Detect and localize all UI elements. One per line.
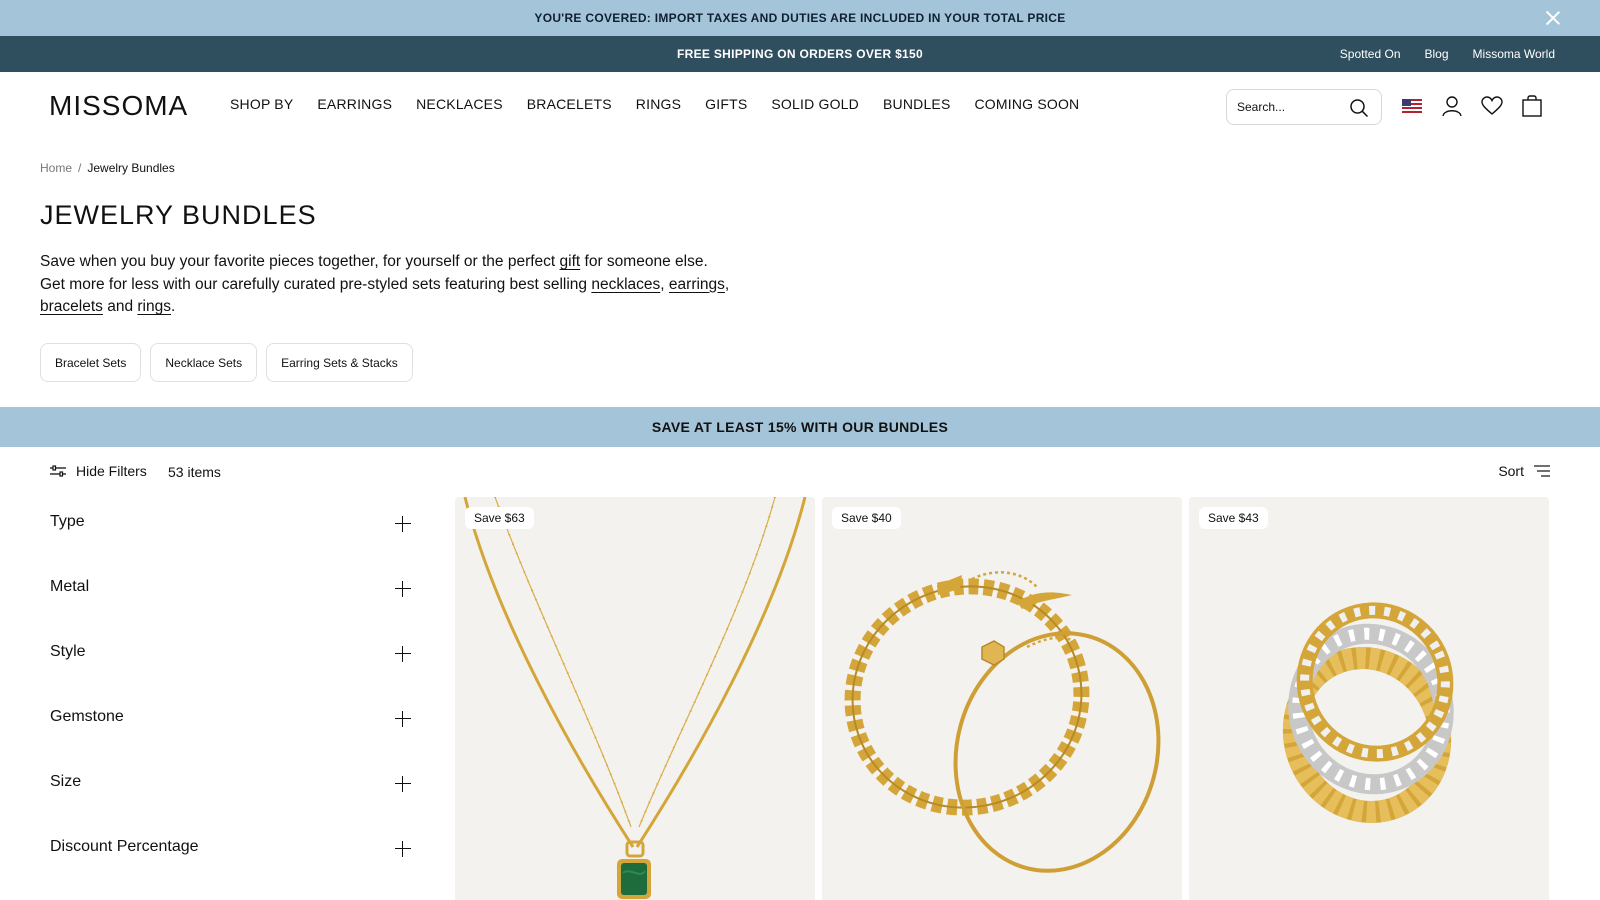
filter-style[interactable]: Style [50, 630, 413, 695]
hide-filters-button[interactable]: Hide Filters [50, 463, 147, 479]
nav-shop-by[interactable]: SHOP BY [230, 96, 293, 112]
description-text: , [724, 275, 730, 293]
announcement-text: YOU'RE COVERED: IMPORT TAXES AND DUTIES … [534, 11, 1066, 25]
bracelets-link[interactable]: bracelets [40, 298, 103, 315]
chip-earring-sets-stacks[interactable]: Earring Sets & Stacks [266, 343, 413, 382]
rings-link[interactable]: rings [137, 298, 171, 315]
missoma-world-link[interactable]: Missoma World [1473, 47, 1555, 61]
breadcrumb-current: Jewelry Bundles [87, 161, 175, 175]
ring-product-image [1189, 497, 1549, 900]
us-flag-icon[interactable] [1400, 94, 1423, 117]
earrings-link[interactable]: earrings [669, 276, 725, 293]
announcement-bar: YOU'RE COVERED: IMPORT TAXES AND DUTIES … [0, 0, 1600, 36]
blog-link[interactable]: Blog [1425, 47, 1449, 61]
plus-icon[interactable] [395, 581, 411, 597]
gift-link[interactable]: gift [560, 253, 581, 270]
promo-banner: SAVE AT LEAST 15% WITH OUR BUNDLES [0, 407, 1600, 447]
filter-discount-percentage[interactable]: Discount Percentage [50, 825, 413, 890]
search-box [1226, 89, 1382, 125]
necklaces-link[interactable]: necklaces [591, 276, 660, 293]
breadcrumb-home[interactable]: Home [40, 161, 72, 175]
sort-lines-icon [1534, 465, 1550, 477]
product-grid: Save $63 Save $40 Save $43 [455, 497, 1549, 900]
wishlist-heart-icon[interactable] [1480, 94, 1503, 117]
filter-label: Gemstone [50, 708, 124, 725]
plus-icon[interactable] [395, 516, 411, 532]
plus-icon[interactable] [395, 841, 411, 857]
hide-filters-label: Hide Filters [76, 463, 147, 479]
nav-earrings[interactable]: EARRINGS [317, 96, 392, 112]
page-description: Save when you buy your favorite pieces t… [40, 251, 730, 319]
search-input[interactable] [1237, 100, 1347, 114]
nav-coming-soon[interactable]: COMING SOON [975, 96, 1080, 112]
site-header: MISSOMA SHOP BY EARRINGS NECKLACES BRACE… [0, 72, 1600, 140]
save-badge: Save $43 [1199, 507, 1268, 529]
product-card[interactable]: Save $43 [1189, 497, 1549, 900]
plus-icon[interactable] [395, 711, 411, 727]
nav-gifts[interactable]: GIFTS [705, 96, 747, 112]
bracelet-product-image [822, 497, 1182, 900]
plus-icon[interactable] [395, 646, 411, 662]
necklace-product-image [455, 497, 815, 900]
filter-label: Metal [50, 578, 90, 595]
breadcrumb: Home / Jewelry Bundles [40, 161, 175, 175]
nav-bundles[interactable]: BUNDLES [883, 96, 951, 112]
description-text: and [102, 298, 138, 315]
filter-label: Style [50, 643, 86, 660]
utility-bar: FREE SHIPPING ON ORDERS OVER $150 Spotte… [0, 36, 1600, 72]
filter-size[interactable]: Size [50, 760, 413, 825]
filter-label: Type [50, 513, 85, 530]
save-badge: Save $63 [465, 507, 534, 529]
nav-solid-gold[interactable]: SOLID GOLD [771, 96, 859, 112]
item-count: 53 items [168, 464, 221, 480]
filter-label: Size [50, 773, 82, 790]
close-icon[interactable] [1544, 9, 1562, 27]
plus-icon[interactable] [395, 776, 411, 792]
main-nav: SHOP BY EARRINGS NECKLACES BRACELETS RIN… [230, 96, 1079, 112]
nav-bracelets[interactable]: BRACELETS [527, 96, 612, 112]
logo[interactable]: MISSOMA [49, 90, 188, 122]
nav-necklaces[interactable]: NECKLACES [416, 96, 503, 112]
filter-gemstone[interactable]: Gemstone [50, 695, 413, 760]
category-chips: Bracelet Sets Necklace Sets Earring Sets… [40, 343, 413, 382]
description-text: , [660, 275, 669, 293]
chip-bracelet-sets[interactable]: Bracelet Sets [40, 343, 142, 382]
nav-rings[interactable]: RINGS [636, 96, 681, 112]
spotted-on-link[interactable]: Spotted On [1340, 47, 1401, 61]
filter-metal[interactable]: Metal [50, 565, 413, 630]
utility-links: Spotted On Blog Missoma World [1340, 36, 1555, 72]
listing-toolbar: Hide Filters 53 items Sort [0, 447, 1600, 497]
account-icon[interactable] [1440, 94, 1463, 117]
description-text: . [171, 298, 176, 315]
promo-text: SAVE AT LEAST 15% WITH OUR BUNDLES [651, 419, 949, 435]
filter-type[interactable]: Type [50, 500, 413, 565]
page-title: JEWELRY BUNDLES [40, 200, 317, 230]
breadcrumb-separator: / [78, 161, 82, 175]
shopping-bag-icon[interactable] [1520, 94, 1543, 117]
header-icons [1400, 94, 1543, 117]
description-text: Save when you buy your favorite pieces t… [40, 253, 560, 270]
search-icon[interactable] [1349, 98, 1369, 118]
save-badge: Save $40 [832, 507, 901, 529]
filter-panel: Type Metal Style Gemstone Size Discount … [50, 500, 413, 890]
product-card[interactable]: Save $40 [822, 497, 1182, 900]
chip-necklace-sets[interactable]: Necklace Sets [150, 343, 258, 382]
filter-label: Discount Percentage [50, 838, 199, 855]
filter-sliders-icon [50, 465, 66, 477]
sort-label: Sort [1498, 463, 1524, 479]
product-card[interactable]: Save $63 [455, 497, 815, 900]
sort-button[interactable]: Sort [1498, 463, 1550, 479]
